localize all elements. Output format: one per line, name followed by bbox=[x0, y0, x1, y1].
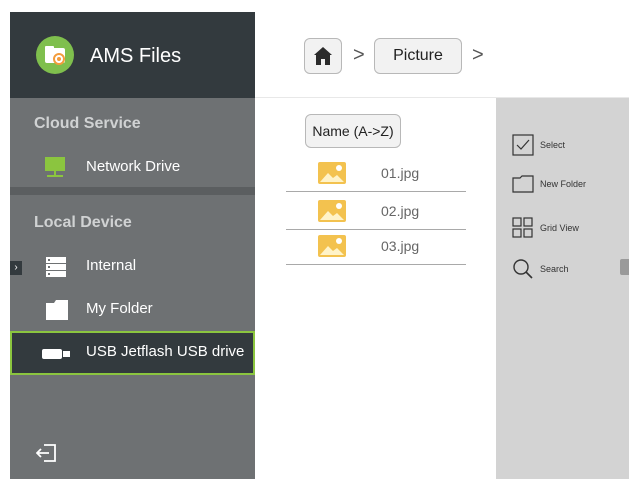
app-title: AMS Files bbox=[90, 45, 182, 67]
cloud-service-heading: Cloud Service bbox=[34, 115, 141, 132]
usb-drive-icon bbox=[42, 347, 72, 365]
divider bbox=[10, 187, 255, 195]
expand-sidebar-button[interactable]: › bbox=[10, 261, 22, 275]
file-name: 02.jpg bbox=[381, 203, 420, 219]
logout-icon[interactable] bbox=[35, 444, 56, 462]
folder-outline-icon bbox=[512, 173, 534, 195]
grid-view-button[interactable]: Grid View bbox=[512, 217, 622, 241]
collapse-panel-handle[interactable] bbox=[620, 259, 629, 275]
app-header: AMS Files bbox=[10, 12, 255, 98]
storage-icon bbox=[45, 256, 67, 283]
file-name: 01.jpg bbox=[381, 165, 420, 181]
breadcrumb-separator: > bbox=[353, 44, 365, 66]
divider bbox=[286, 191, 466, 192]
divider bbox=[286, 229, 466, 230]
breadcrumb-separator: > bbox=[472, 44, 484, 66]
sidebar-item-internal[interactable]: Internal bbox=[10, 246, 255, 288]
image-icon bbox=[318, 235, 346, 257]
local-device-heading: Local Device bbox=[34, 214, 132, 231]
action-label: Search bbox=[540, 264, 569, 274]
sidebar-item-label: My Folder bbox=[86, 300, 153, 317]
search-button[interactable]: Search bbox=[512, 258, 622, 282]
image-icon bbox=[318, 200, 346, 222]
folder-share-icon bbox=[36, 36, 74, 74]
file-name: 03.jpg bbox=[381, 238, 420, 254]
search-icon bbox=[512, 258, 534, 280]
grid-icon bbox=[512, 217, 534, 239]
file-row[interactable]: 02.jpg bbox=[286, 197, 466, 231]
file-row[interactable]: 01.jpg bbox=[286, 159, 466, 193]
sidebar-item-label: Internal bbox=[86, 257, 137, 274]
action-label: Select bbox=[540, 140, 566, 150]
action-label: Grid View bbox=[540, 223, 579, 233]
home-button[interactable] bbox=[304, 38, 342, 74]
sidebar-item-label: USB Jetflash USB drive bbox=[86, 343, 245, 360]
breadcrumb-current-folder[interactable]: Picture bbox=[374, 38, 462, 74]
sort-button[interactable]: Name (A->Z) bbox=[305, 114, 401, 148]
sidebar-item-label: Network Drive bbox=[86, 158, 181, 175]
action-label: New Folder bbox=[540, 179, 587, 189]
sidebar-item-usb-drive[interactable]: USB Jetflash USB drive bbox=[10, 331, 255, 375]
sidebar-item-network-drive[interactable]: Network Drive bbox=[10, 147, 255, 189]
divider bbox=[286, 264, 466, 265]
sidebar: AMS Files Cloud Service Network Drive Lo… bbox=[10, 12, 255, 479]
folder-icon bbox=[45, 299, 69, 326]
sidebar-item-my-folder[interactable]: My Folder bbox=[10, 289, 255, 331]
select-button[interactable]: Select bbox=[512, 134, 622, 158]
network-drive-icon bbox=[43, 155, 67, 184]
file-row[interactable]: 03.jpg bbox=[286, 232, 466, 266]
new-folder-button[interactable]: New Folder bbox=[512, 173, 622, 197]
checkbox-icon bbox=[512, 134, 534, 156]
image-icon bbox=[318, 162, 346, 184]
home-icon bbox=[313, 46, 333, 71]
